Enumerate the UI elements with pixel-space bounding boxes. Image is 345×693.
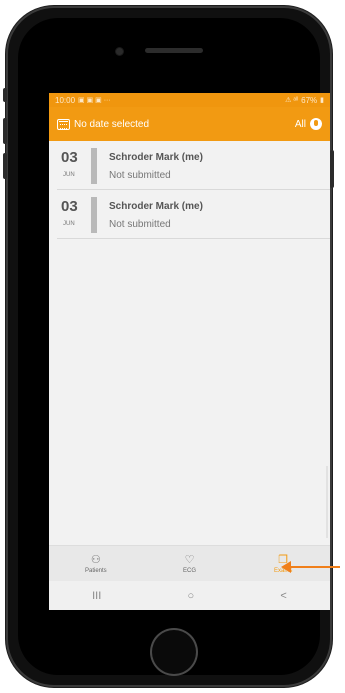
exam-row[interactable]: 03 JUN Schroder Mark (me) Not submitted [57,141,330,190]
home-button[interactable] [150,628,198,676]
volume-down-button [3,153,7,179]
power-button [330,150,334,188]
recents-button[interactable]: III [92,590,101,602]
patients-icon: ⚇ [90,554,101,566]
exam-month: JUN [63,221,75,227]
tab-label: Patients [84,568,107,574]
earpiece-speaker [145,48,203,53]
scrollbar[interactable] [326,466,328,538]
annotation-arrow-line [288,566,340,568]
tab-patients[interactable]: ⚇ Patients [49,546,143,582]
patient-name: Schroder Mark (me) [109,201,203,212]
user-icon[interactable] [310,118,322,130]
battery-level: 67% [301,95,318,105]
date-filter-label[interactable]: No date selected [74,119,149,130]
exam-month: JUN [63,172,75,178]
exam-day: 03 [61,198,78,215]
exam-list: 03 JUN Schroder Mark (me) Not submitted … [49,141,330,239]
signal-icons: ⚠ ᵃˡˡ [285,97,299,104]
exam-row[interactable]: 03 JUN Schroder Mark (me) Not submitted [57,190,330,239]
exam-status: Not submitted [109,170,171,181]
app-header: No date selected All [49,107,330,141]
notification-icons: ▣ ▣ ▣ ··· [78,97,111,104]
tab-label: ECG [183,568,197,574]
annotation-arrow-icon [281,561,291,573]
date-picker[interactable]: No date selected [57,118,149,130]
status-bar: 10:00 ▣ ▣ ▣ ··· ⚠ ᵃˡˡ 67% ▮ [49,93,330,107]
ecg-heart-icon: ♡ [184,554,195,566]
front-camera [116,48,123,55]
mute-switch [3,88,7,102]
battery-icon: ▮ [320,97,324,104]
calendar-icon[interactable] [57,118,70,130]
volume-up-button [3,118,7,144]
back-button[interactable]: < [280,590,286,602]
exam-day: 03 [61,149,78,166]
user-filter[interactable]: All [295,118,322,130]
android-nav-bar: III ○ < [49,581,330,610]
tab-ecg[interactable]: ♡ ECG [143,546,237,582]
exam-status: Not submitted [109,219,171,230]
app-screen: 10:00 ▣ ▣ ▣ ··· ⚠ ᵃˡˡ 67% ▮ No date sele… [49,93,330,610]
exam-status-bar [91,197,97,233]
status-time: 10:00 [55,95,76,105]
user-filter-label[interactable]: All [295,119,306,130]
exam-status-bar [91,148,97,184]
home-nav-button[interactable]: ○ [188,590,195,602]
patient-name: Schroder Mark (me) [109,152,203,163]
